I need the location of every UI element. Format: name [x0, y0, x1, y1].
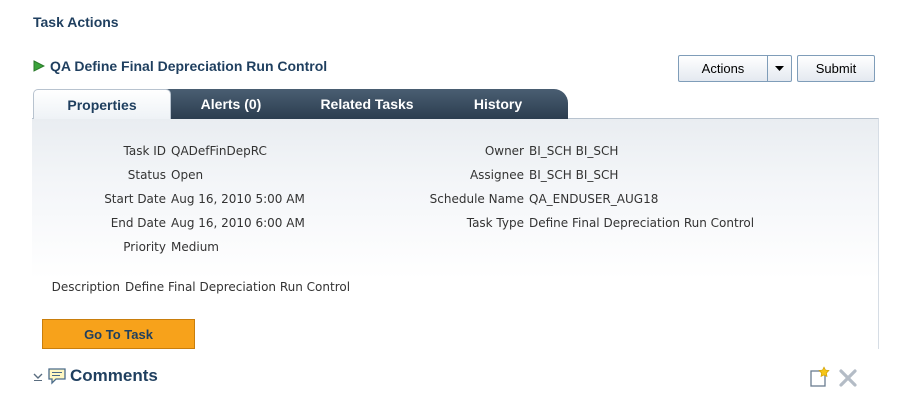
assignee-label: Assignee — [469, 168, 524, 182]
new-comment-icon[interactable] — [808, 366, 830, 388]
tab-properties[interactable]: Properties — [33, 89, 171, 119]
priority-value: Medium — [171, 240, 219, 254]
schedule-name-label: Schedule Name — [429, 192, 524, 206]
task-id-label: Task ID — [123, 144, 167, 158]
task-id-value: QADefFinDepRC — [171, 144, 267, 158]
schedule-name-value: QA_ENDUSER_AUG18 — [529, 192, 659, 206]
actions-menu-button[interactable]: Actions — [678, 55, 792, 82]
go-to-task-button[interactable]: Go To Task — [42, 319, 195, 349]
tab-bar: Properties Alerts (0) Related Tasks Hist… — [33, 89, 593, 119]
play-icon — [33, 60, 45, 72]
task-type-value: Define Final Depreciation Run Control — [529, 216, 755, 230]
delete-icon[interactable] — [838, 368, 858, 388]
description-value: Define Final Depreciation Run Control — [125, 280, 351, 294]
tab-alerts[interactable]: Alerts (0) — [153, 89, 309, 119]
start-date-value: Aug 16, 2010 5:00 AM — [171, 192, 305, 206]
priority-label: Priority — [123, 240, 166, 254]
page-title: Task Actions — [33, 14, 119, 30]
actions-button-label[interactable]: Actions — [679, 56, 768, 81]
task-name: QA Define Final Depreciation Run Control — [50, 58, 328, 74]
description-label: Description — [51, 280, 120, 294]
disclosure-expanded-icon[interactable] — [32, 370, 44, 382]
task-actions-page: Task Actions QA Define Final Depreciatio… — [0, 0, 916, 398]
end-date-label: End Date — [110, 216, 166, 230]
status-label: Status — [127, 168, 166, 182]
owner-value: BI_SCH BI_SCH — [529, 144, 619, 158]
comments-header: Comments — [32, 366, 158, 386]
caret-down-icon[interactable] — [768, 56, 791, 81]
task-type-label: Task Type — [466, 216, 524, 230]
comments-title: Comments — [70, 366, 158, 385]
status-value: Open — [171, 168, 204, 182]
task-header: QA Define Final Depreciation Run Control — [33, 58, 327, 74]
owner-label: Owner — [484, 144, 524, 158]
end-date-value: Aug 16, 2010 6:00 AM — [171, 216, 305, 230]
submit-button[interactable]: Submit — [797, 55, 875, 82]
assignee-value: BI_SCH BI_SCH — [529, 168, 619, 182]
comment-bubble-icon — [48, 368, 66, 385]
start-date-label: Start Date — [104, 192, 166, 206]
